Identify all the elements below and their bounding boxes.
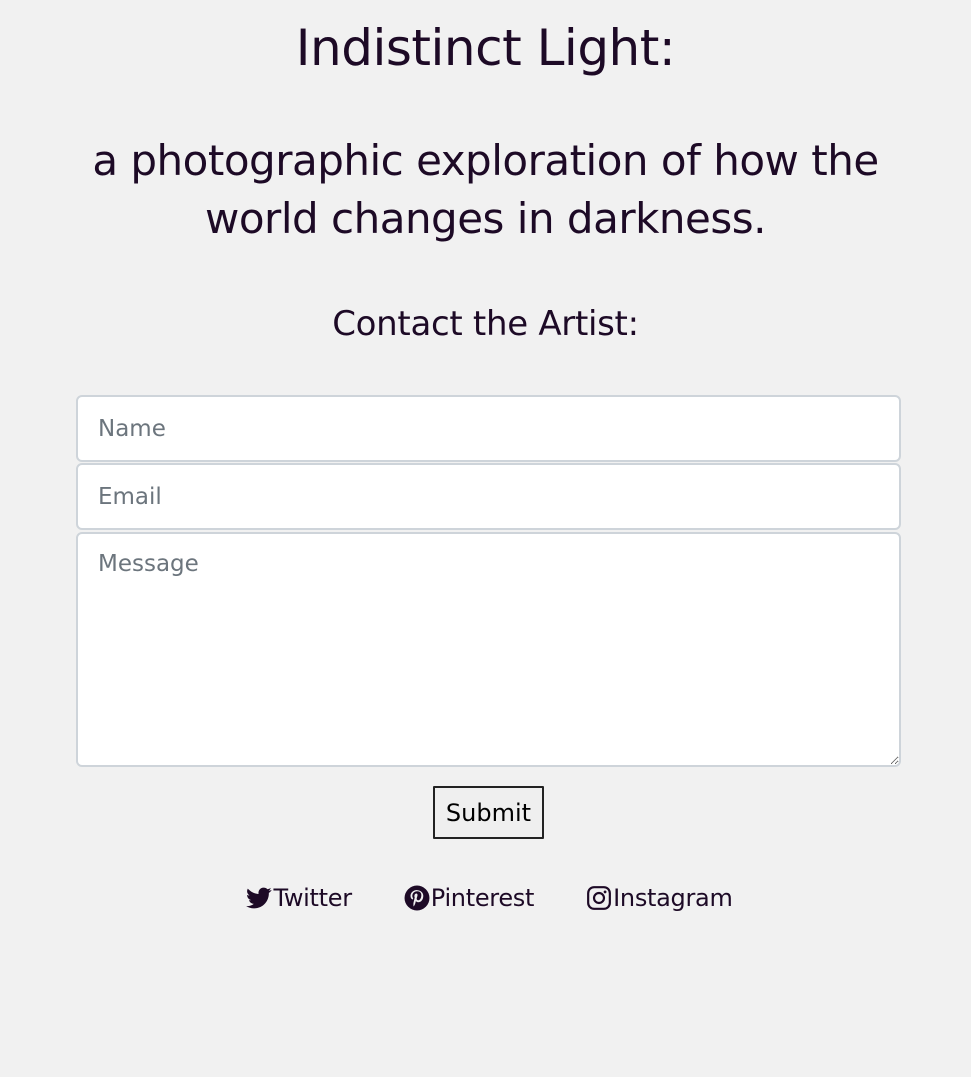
pinterest-icon: [404, 885, 430, 911]
twitter-link[interactable]: Twitter: [246, 884, 352, 912]
instagram-icon: [587, 886, 612, 910]
social-links: Twitter Pinterest Instagram: [0, 884, 971, 912]
contact-form: Submit: [76, 395, 901, 839]
page-subtitle: a photographic exploration of how the wo…: [92, 136, 879, 243]
page: Indistinct Light: a photographic explora…: [0, 0, 971, 1077]
instagram-label: Instagram: [613, 884, 733, 912]
message-textarea[interactable]: [76, 532, 901, 767]
contact-heading: Contact the Artist:: [332, 304, 639, 344]
name-input[interactable]: [76, 395, 901, 462]
email-input[interactable]: [76, 463, 901, 530]
twitter-icon: [246, 887, 273, 909]
twitter-label: Twitter: [273, 884, 352, 912]
submit-wrap: Submit: [76, 786, 901, 839]
page-title: Indistinct Light:: [295, 19, 676, 77]
pinterest-label: Pinterest: [430, 884, 535, 912]
pinterest-link[interactable]: Pinterest: [404, 884, 534, 912]
submit-button[interactable]: Submit: [433, 786, 544, 839]
instagram-link[interactable]: Instagram: [586, 884, 733, 912]
